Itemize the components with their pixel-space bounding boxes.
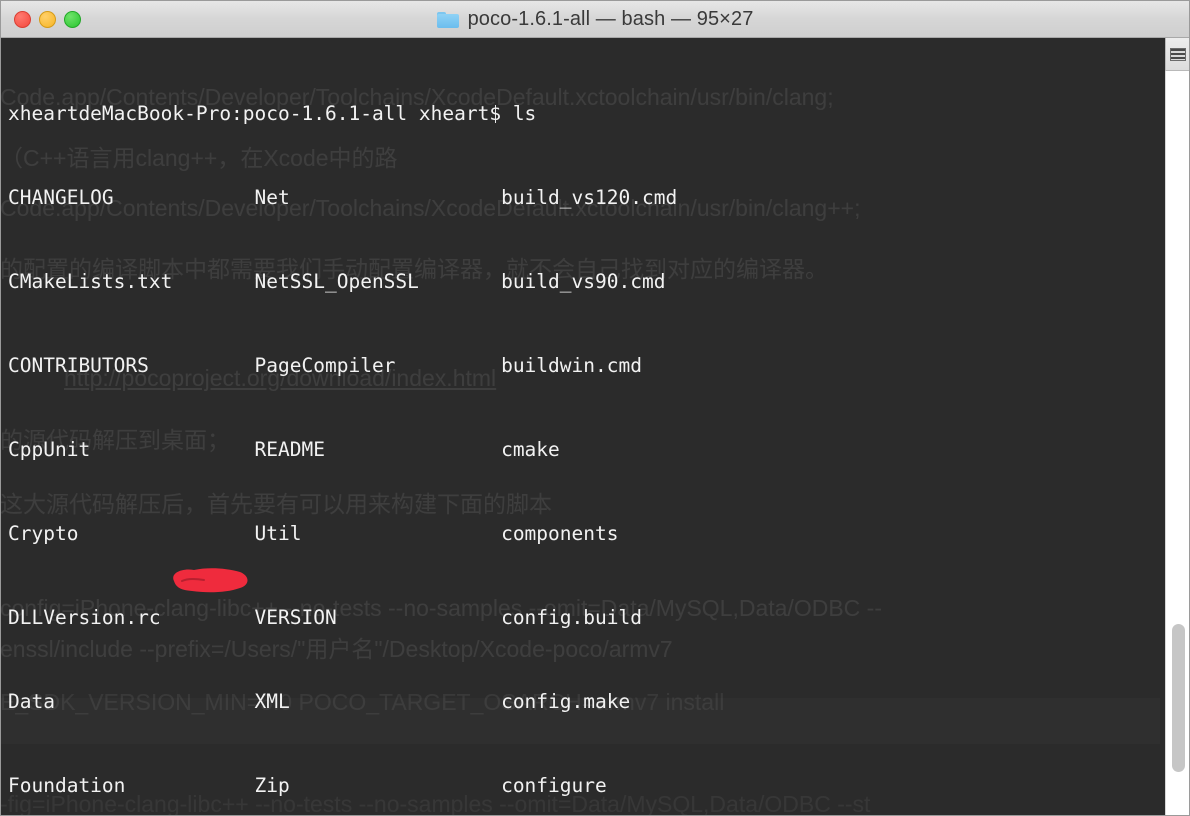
terminal-line: Data XML config.make (8, 690, 631, 713)
terminal-line: DLLVersion.rc VERSION config.build (8, 606, 642, 629)
scrollbar-thumb[interactable] (1172, 624, 1185, 772)
terminal-line: CppUnit README cmake (8, 438, 560, 461)
window-title: poco-1.6.1-all — bash — 95×27 (467, 7, 754, 30)
terminal-line: Crypto Util components (8, 522, 619, 545)
terminal-line: Foundation Zip configure (8, 774, 607, 797)
window-titlebar[interactable]: poco-1.6.1-all — bash — 95×27 (0, 0, 1190, 38)
scrollbar-list-button[interactable] (1165, 38, 1190, 71)
terminal-window: poco-1.6.1-all — bash — 95×27 Code.app/C… (0, 0, 1190, 816)
window-controls (14, 11, 81, 28)
close-button[interactable] (14, 11, 31, 28)
zoom-button[interactable] (64, 11, 81, 28)
minimize-button[interactable] (39, 11, 56, 28)
list-icon (1170, 47, 1186, 61)
terminal-output: xheartdeMacBook-Pro:poco-1.6.1-all xhear… (8, 44, 1190, 816)
folder-icon (436, 11, 459, 28)
terminal-line: CONTRIBUTORS PageCompiler buildwin.cmd (8, 354, 642, 377)
terminal-line: CMakeLists.txt NetSSL_OpenSSL build_vs90… (8, 270, 666, 293)
window-title-group: poco-1.6.1-all — bash — 95×27 (0, 0, 1190, 38)
terminal-line: xheartdeMacBook-Pro:poco-1.6.1-all xhear… (8, 102, 537, 125)
terminal-line: CHANGELOG Net build_vs120.cmd (8, 186, 678, 209)
terminal-body[interactable]: Code.app/Contents/Developer/Toolchains/X… (0, 38, 1190, 816)
